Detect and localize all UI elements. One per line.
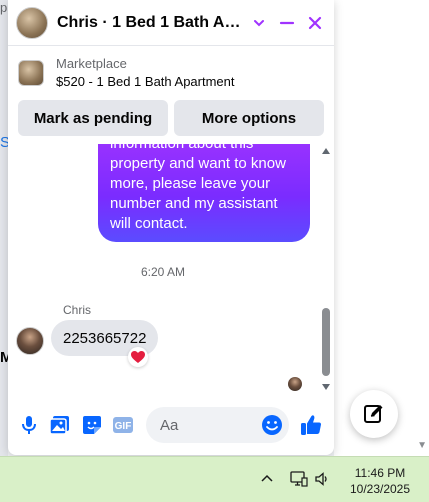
message-timestamp: 6:20 AM <box>140 265 186 279</box>
minimize-icon[interactable] <box>276 12 298 34</box>
sender-name: Chris <box>63 303 92 317</box>
microphone-icon[interactable] <box>16 412 42 438</box>
volume-icon[interactable] <box>314 471 330 492</box>
received-message-text: 2253665722 <box>63 329 147 347</box>
read-receipt-avatar <box>288 377 302 391</box>
background-page-edge <box>0 0 8 502</box>
listing-source: Marketplace <box>56 56 127 71</box>
photo-icon[interactable] <box>48 412 74 438</box>
sent-message-text: information about this property and want… <box>110 144 286 232</box>
background-right-panel <box>334 0 429 456</box>
page-scroll-down-arrow[interactable]: ▼ <box>417 440 427 451</box>
chat-title[interactable]: Chris · 1 Bed 1 Bath Apartment <box>57 14 242 32</box>
listing-thumbnail <box>18 60 44 86</box>
network-icon[interactable] <box>290 470 308 493</box>
clock-date: 10/23/2025 <box>349 482 411 496</box>
thumbs-up-icon[interactable] <box>297 410 326 440</box>
chat-window: Chris · 1 Bed 1 Bath Apartment Marketpla… <box>8 0 334 455</box>
listing-info[interactable]: Marketplace $520 - 1 Bed 1 Bath Apartmen… <box>8 46 334 92</box>
message-composer: GIF <box>8 400 334 450</box>
sent-message-bubble[interactable]: information about this property and want… <box>98 144 310 242</box>
new-message-button[interactable] <box>350 390 398 438</box>
compose-icon <box>364 405 383 423</box>
show-hidden-icons-chevron-icon[interactable] <box>259 471 275 487</box>
scroll-down-arrow[interactable] <box>322 384 330 390</box>
message-text-field[interactable] <box>158 415 262 435</box>
listing-actions: Mark as pending More options <box>8 92 334 136</box>
svg-text:GIF: GIF <box>115 421 132 432</box>
background-text-fragment: p <box>0 0 8 15</box>
scroll-up-arrow[interactable] <box>322 148 330 154</box>
message-thread: information about this property and want… <box>8 144 334 396</box>
chevron-down-icon[interactable] <box>248 12 270 34</box>
gif-icon[interactable]: GIF <box>111 412 137 438</box>
emoji-icon[interactable] <box>261 414 283 436</box>
clock-time: 11:46 PM <box>354 466 406 480</box>
heart-reaction-icon[interactable] <box>128 347 148 367</box>
chat-header[interactable]: Chris · 1 Bed 1 Bath Apartment <box>8 0 334 46</box>
sender-avatar[interactable] <box>16 327 44 355</box>
close-icon[interactable] <box>304 12 326 34</box>
mark-as-pending-button[interactable]: Mark as pending <box>18 100 168 136</box>
scroll-thumb[interactable] <box>322 308 330 376</box>
sticker-icon[interactable] <box>79 412 105 438</box>
more-options-button[interactable]: More options <box>174 100 324 136</box>
listing-title: $520 - 1 Bed 1 Bath Apartment <box>56 74 235 89</box>
system-clock[interactable]: 11:46 PM 10/23/2025 <box>340 465 420 497</box>
thread-scrollbar[interactable] <box>320 144 332 396</box>
listing-avatar[interactable] <box>16 6 48 39</box>
windows-taskbar: 11:46 PM 10/23/2025 <box>0 456 429 502</box>
message-input[interactable] <box>146 407 289 443</box>
